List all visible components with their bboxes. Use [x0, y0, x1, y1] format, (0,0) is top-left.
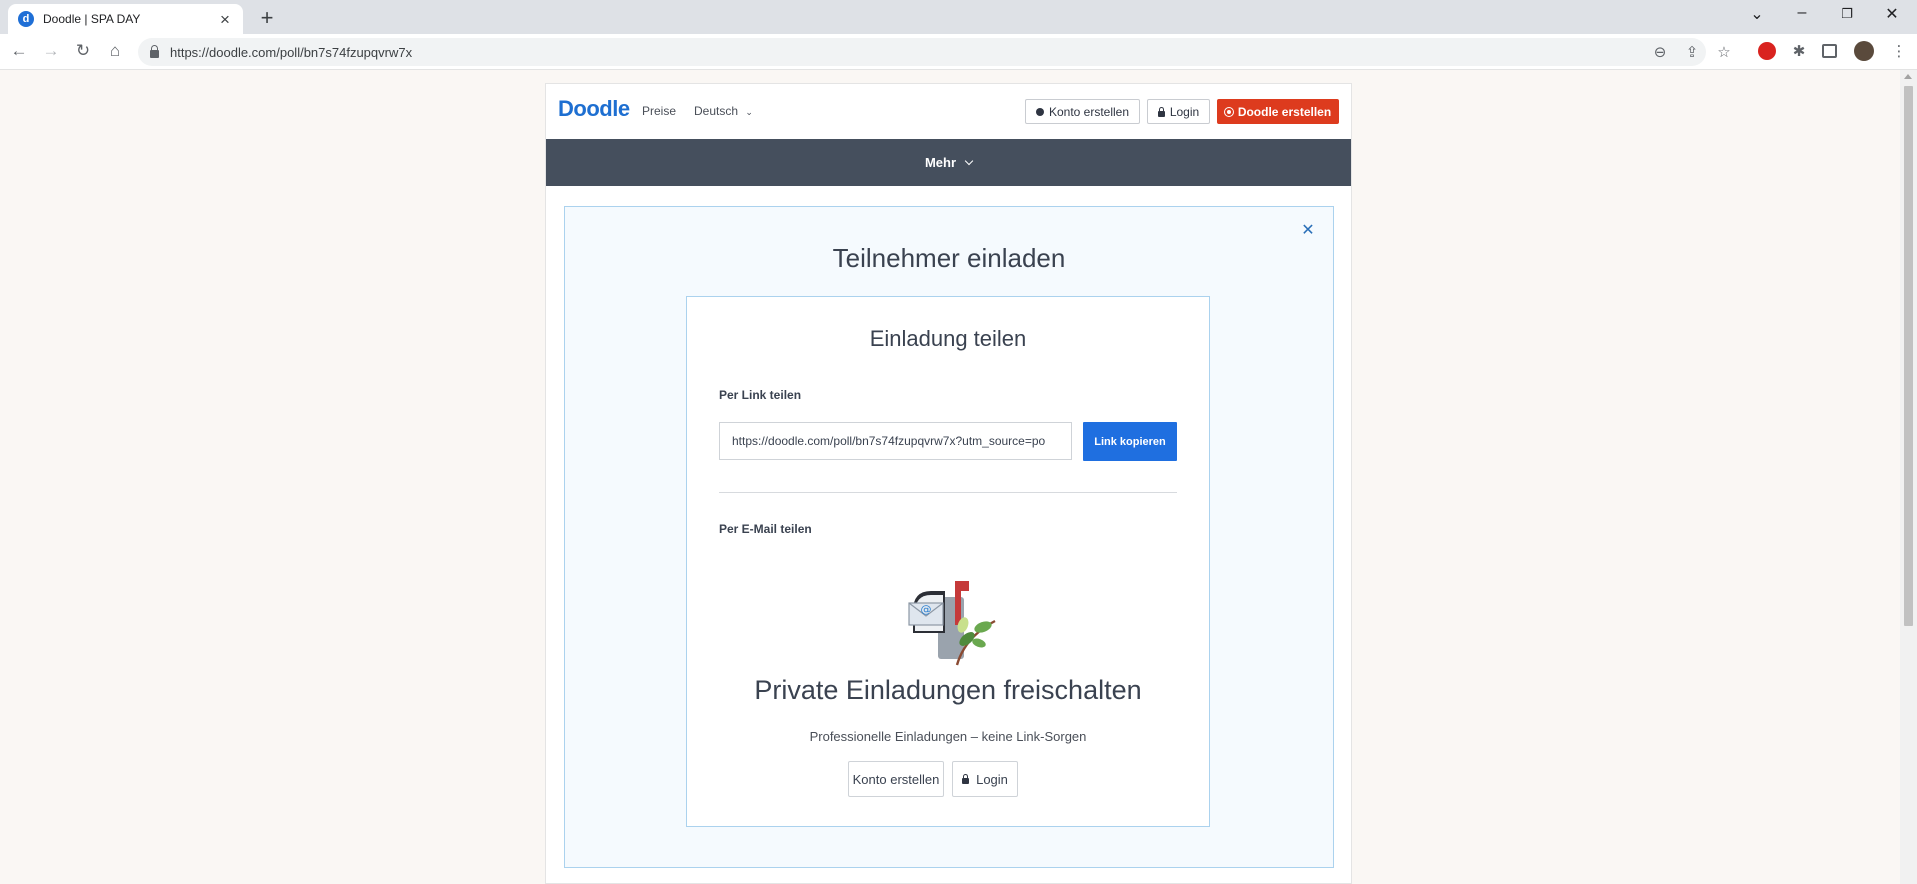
browser-toolbar: ← → ↻ ⌂ https://doodle.com/poll/bn7s74fz… [0, 34, 1917, 70]
forward-icon[interactable]: → [40, 41, 62, 61]
panel-title: Teilnehmer einladen [832, 243, 1066, 273]
svg-text:@: @ [921, 603, 932, 616]
share-link-field[interactable]: https://doodle.com/poll/bn7s74fzupqvrw7x… [719, 422, 1072, 460]
share-invitation-card: Einladung teilen Per Link teilen https:/… [686, 296, 1210, 827]
reload-icon[interactable]: ↻ [72, 41, 94, 61]
card-title: Einladung teilen [869, 326, 1027, 351]
doodle-logo[interactable]: Doodle [558, 96, 630, 122]
language-selector[interactable]: Deutsch ⌄ [694, 104, 753, 118]
promo-subtitle: Professionelle Einladungen – keine Link-… [809, 729, 1087, 744]
bookmark-star-icon[interactable]: ☆ [1714, 43, 1734, 61]
language-label: Deutsch [694, 104, 739, 118]
promo-title: Private Einladungen freischalten [754, 675, 1142, 705]
share-icon[interactable]: ⇪ [1682, 43, 1702, 61]
create-doodle-label: Doodle erstellen [1237, 104, 1332, 119]
login-label: Login [976, 771, 1008, 787]
lock-icon [1157, 106, 1165, 117]
chevron-down-icon [964, 156, 974, 165]
plus-circle-icon [1224, 107, 1233, 116]
site-header: Doodle Preise Deutsch ⌄ Konto erstellen … [546, 84, 1351, 139]
mailbox-icon: @ [908, 581, 996, 666]
share-by-link-label: Per Link teilen [719, 388, 802, 402]
side-panel-icon[interactable] [1822, 44, 1837, 58]
close-window-icon[interactable]: ✕ [1879, 4, 1905, 24]
address-bar[interactable]: https://doodle.com/poll/bn7s74fzupqvrw7x… [138, 38, 1731, 66]
restore-icon[interactable]: ❐ [1834, 6, 1860, 22]
tab-title: Doodle | SPA DAY [43, 12, 141, 26]
section-divider [719, 492, 1177, 493]
lock-icon [962, 774, 970, 784]
doodle-favicon-icon: d [18, 11, 34, 27]
login-button[interactable]: Login [1147, 99, 1210, 124]
browser-menu-icon[interactable]: ⋮ [1890, 42, 1908, 60]
tab-search-icon[interactable]: ⌄ [1744, 4, 1770, 24]
browser-tab[interactable]: d Doodle | SPA DAY × [8, 4, 243, 34]
profile-avatar[interactable] [1854, 41, 1874, 61]
browser-tab-bar: d Doodle | SPA DAY × + ⌄ – ❐ ✕ [0, 0, 1917, 34]
scroll-up-icon[interactable] [1904, 74, 1912, 79]
new-tab-icon[interactable]: + [256, 5, 278, 31]
more-menu-label: Mehr [924, 155, 957, 170]
create-doodle-button[interactable]: Doodle erstellen [1217, 99, 1339, 124]
minimize-icon[interactable]: – [1789, 4, 1815, 22]
home-icon[interactable]: ⌂ [104, 41, 126, 61]
create-account-label: Konto erstellen [1048, 104, 1130, 119]
back-icon[interactable]: ← [8, 41, 30, 61]
page-scrollbar[interactable] [1900, 70, 1917, 884]
user-icon [1035, 107, 1044, 116]
lock-icon [150, 45, 159, 58]
login-label: Login [1169, 104, 1200, 119]
url-text: https://doodle.com/poll/bn7s74fzupqvrw7x [170, 44, 413, 60]
extensions-puzzle-icon[interactable]: ✱ [1790, 42, 1808, 60]
more-menu-bar[interactable]: Mehr [546, 139, 1351, 186]
share-by-email-label: Per E-Mail teilen [719, 522, 812, 536]
pricing-link[interactable]: Preise [642, 104, 676, 118]
copy-link-button[interactable]: Link kopieren [1083, 422, 1177, 461]
login-button[interactable]: Login [952, 761, 1018, 797]
chevron-down-icon: ⌄ [745, 107, 753, 117]
zoom-icon[interactable]: ⊖ [1650, 43, 1670, 61]
close-icon[interactable]: ✕ [1298, 220, 1318, 240]
create-account-button[interactable]: Konto erstellen [1025, 99, 1140, 124]
create-account-button[interactable]: Konto erstellen [848, 761, 944, 797]
invite-participants-panel: ✕ Teilnehmer einladen Einladung teilen P… [564, 206, 1334, 868]
ublock-extension-icon[interactable] [1758, 42, 1776, 60]
page-container: Doodle Preise Deutsch ⌄ Konto erstellen … [545, 83, 1352, 884]
tab-close-icon[interactable]: × [217, 11, 233, 28]
scrollbar-thumb[interactable] [1904, 86, 1913, 626]
